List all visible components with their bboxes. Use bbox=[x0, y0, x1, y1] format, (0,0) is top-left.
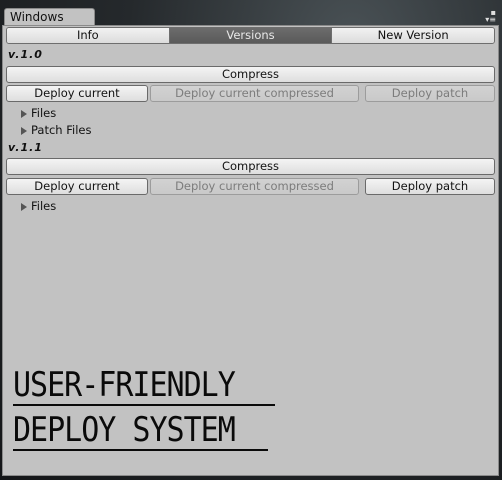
context-menu-icon[interactable]: ▪ ▾≡ bbox=[482, 9, 496, 24]
tab-versions[interactable]: Versions bbox=[169, 28, 333, 43]
tab-bar: Info Versions New Version bbox=[6, 27, 495, 44]
foldout-label: Files bbox=[31, 106, 57, 120]
window-tab-title: Windows bbox=[10, 10, 64, 24]
foldout-patch-files[interactable]: Patch Files bbox=[21, 124, 91, 137]
foldout-label: Patch Files bbox=[31, 123, 92, 137]
foldout-files[interactable]: Files bbox=[21, 107, 56, 120]
deploy-current-button[interactable]: Deploy current bbox=[6, 85, 148, 102]
foldout-arrow-icon bbox=[21, 126, 27, 135]
editor-backdrop: Windows ▪ ▾≡ Info Versions New Version v.… bbox=[0, 0, 502, 480]
compress-button[interactable]: Compress bbox=[6, 158, 495, 175]
deploy-current-compressed-button[interactable]: Deploy current compressed bbox=[150, 178, 359, 195]
promo-headline-line2: DEPLOY SYSTEM bbox=[13, 411, 236, 451]
deploy-current-compressed-button[interactable]: Deploy current compressed bbox=[150, 85, 359, 102]
version-label: v.1.1 bbox=[8, 141, 43, 154]
deploy-patch-button[interactable]: Deploy patch bbox=[365, 178, 495, 195]
foldout-label: Files bbox=[31, 199, 57, 213]
deploy-patch-button[interactable]: Deploy patch bbox=[365, 85, 495, 102]
version-label: v.1.0 bbox=[8, 48, 43, 61]
promo-headline-line1: USER-FRIENDLY bbox=[13, 366, 236, 406]
compress-button[interactable]: Compress bbox=[6, 66, 495, 83]
tab-info[interactable]: Info bbox=[7, 28, 170, 43]
promo-underline bbox=[13, 404, 275, 406]
versions-panel: Info Versions New Version v.1.0 Compress… bbox=[2, 25, 499, 476]
promo-underline bbox=[13, 449, 268, 451]
tab-new-version[interactable]: New Version bbox=[332, 28, 494, 43]
window-tab[interactable]: Windows bbox=[4, 8, 95, 26]
foldout-arrow-icon bbox=[21, 109, 27, 118]
foldout-files[interactable]: Files bbox=[21, 200, 56, 213]
foldout-arrow-icon bbox=[21, 202, 27, 211]
deploy-current-button[interactable]: Deploy current bbox=[6, 178, 148, 195]
